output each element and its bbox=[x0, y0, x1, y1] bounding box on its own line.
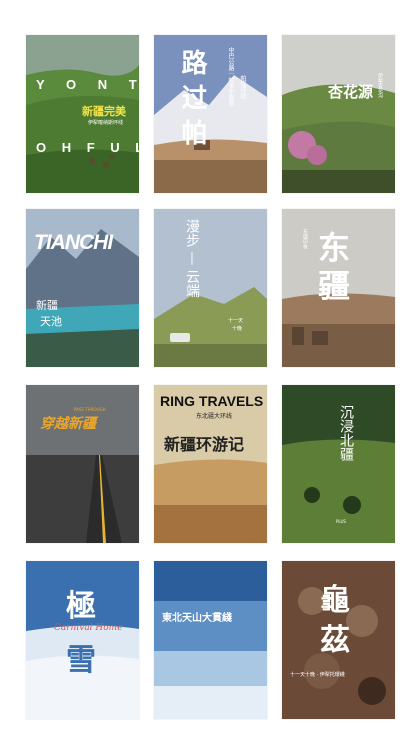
poster-vertical-caption: 中巴公路｜帕米尔高原 bbox=[227, 47, 234, 107]
poster-subtitle-en: PASS THROUGH bbox=[74, 407, 106, 412]
poster-dongjiang[interactable]: 东 疆 东疆印象 bbox=[282, 209, 395, 367]
poster-tianchi[interactable]: TIANCHI 新疆 天池 bbox=[26, 209, 139, 367]
poster-title-1: 極 bbox=[66, 589, 96, 624]
poster-script-en: Carnival Home bbox=[54, 623, 123, 633]
poster-grid: Y O N T O H F U L . 新疆完美 伊犁喀纳斯环线 中巴公路｜帕米… bbox=[0, 0, 420, 755]
poster-big-letters-top: Y O N T bbox=[36, 77, 139, 92]
poster-title-en: TIANCHI bbox=[34, 231, 113, 254]
poster-title-en: RING TRAVELS bbox=[160, 393, 264, 409]
poster-title-cn-2: 天池 bbox=[40, 315, 62, 328]
poster-title: 沉浸北疆 bbox=[338, 405, 354, 461]
poster-caption-2: 十晚 bbox=[232, 326, 243, 332]
poster-vertical-caption-2: 帕塔环线 bbox=[239, 75, 246, 99]
poster-snow-carnival[interactable]: 極 雪 Carnival Home bbox=[26, 561, 139, 719]
poster-background bbox=[154, 561, 267, 719]
poster-title: 穿越新疆 bbox=[40, 416, 96, 432]
poster-pamir[interactable]: 中巴公路｜帕米尔高原 帕塔环线 路 过 帕 bbox=[154, 35, 267, 193]
poster-tianshan[interactable]: 東北天山大貫綫 bbox=[154, 561, 267, 719]
poster-title-bottom: 茲 bbox=[320, 623, 350, 658]
poster-calligraphy: 路 过 帕 bbox=[177, 49, 207, 146]
poster-title-top: 龜 bbox=[320, 583, 350, 618]
poster-subtitle: 伊犁喀纳斯环线 bbox=[88, 120, 124, 126]
poster-cloud-walk[interactable]: 漫步 — 云端 十一天 十晚 bbox=[154, 209, 267, 367]
poster-kucha[interactable]: 龜 茲 十一天十晚 · 伊犁托環綫 bbox=[282, 561, 395, 719]
poster-pass-through[interactable]: 穿越新疆 PASS THROUGH bbox=[26, 385, 139, 543]
poster-caption: 十一天十晚 · 伊犁托環綫 bbox=[290, 672, 345, 678]
poster-title-bottom: 疆 bbox=[318, 267, 351, 305]
poster-calligraphy: 新疆环游记 bbox=[164, 435, 245, 454]
poster-vertical-title: 漫步 — 云端 bbox=[184, 219, 200, 298]
poster-ring-travels[interactable]: RING TRAVELS 东北疆大环线 新疆环游记 bbox=[154, 385, 267, 543]
poster-title: 東北天山大貫綫 bbox=[162, 613, 232, 624]
poster-immerse-north[interactable]: 沉浸北疆 PLUS bbox=[282, 385, 395, 543]
poster-caption-1: 十一天 bbox=[228, 318, 244, 324]
poster-title-cn-1: 新疆 bbox=[36, 299, 58, 312]
poster-title-2: 雪 bbox=[66, 643, 96, 678]
poster-apricot[interactable]: 杏花源 伊犁杏花沟 bbox=[282, 35, 395, 193]
poster-background bbox=[282, 35, 395, 193]
poster-side-text: 伊犁杏花沟 bbox=[377, 73, 383, 98]
poster-small-en: PLUS bbox=[336, 519, 346, 524]
poster-big-letters-bottom: O H F U L . bbox=[36, 140, 139, 155]
poster-background bbox=[154, 209, 267, 367]
poster-title: 杏花源 bbox=[328, 83, 374, 101]
poster-title: 新疆完美 bbox=[82, 105, 126, 118]
poster-subtitle: 东北疆大环线 bbox=[196, 413, 233, 420]
poster-yonthful[interactable]: Y O N T O H F U L . 新疆完美 伊犁喀纳斯环线 bbox=[26, 35, 139, 193]
poster-side-text: 东疆印象 bbox=[302, 229, 308, 249]
